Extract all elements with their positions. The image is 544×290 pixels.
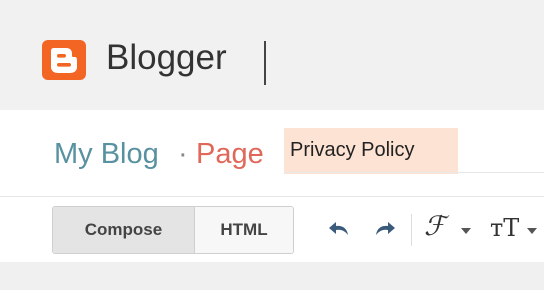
editor-mode-toggle: Compose HTML — [52, 206, 294, 254]
header-divider — [264, 41, 266, 85]
brand-name: Blogger — [106, 38, 227, 77]
compose-mode-button[interactable]: Compose — [53, 207, 195, 253]
toolbar-divider — [0, 196, 544, 197]
blog-name-link[interactable]: My Blog — [54, 138, 159, 171]
font-dropdown-chevron-down-icon[interactable] — [461, 228, 471, 234]
font-size-chevron-down-icon[interactable] — [527, 228, 537, 234]
app-header: Blogger — [0, 0, 544, 110]
redo-icon[interactable] — [370, 218, 398, 245]
title-field[interactable] — [284, 128, 544, 174]
breadcrumb-separator: · — [178, 138, 188, 170]
toolbar-separator — [411, 214, 412, 246]
editor-area-top — [0, 262, 544, 290]
html-mode-button[interactable]: HTML — [195, 207, 293, 253]
undo-icon[interactable] — [326, 218, 354, 245]
blogger-logo-icon[interactable] — [42, 40, 86, 80]
font-icon[interactable]: ℱ — [424, 211, 445, 242]
page-title-input[interactable] — [290, 139, 540, 162]
title-underline — [284, 172, 544, 173]
post-type-label: Page — [196, 138, 264, 170]
font-size-icon[interactable]: ᴛT — [490, 214, 519, 242]
